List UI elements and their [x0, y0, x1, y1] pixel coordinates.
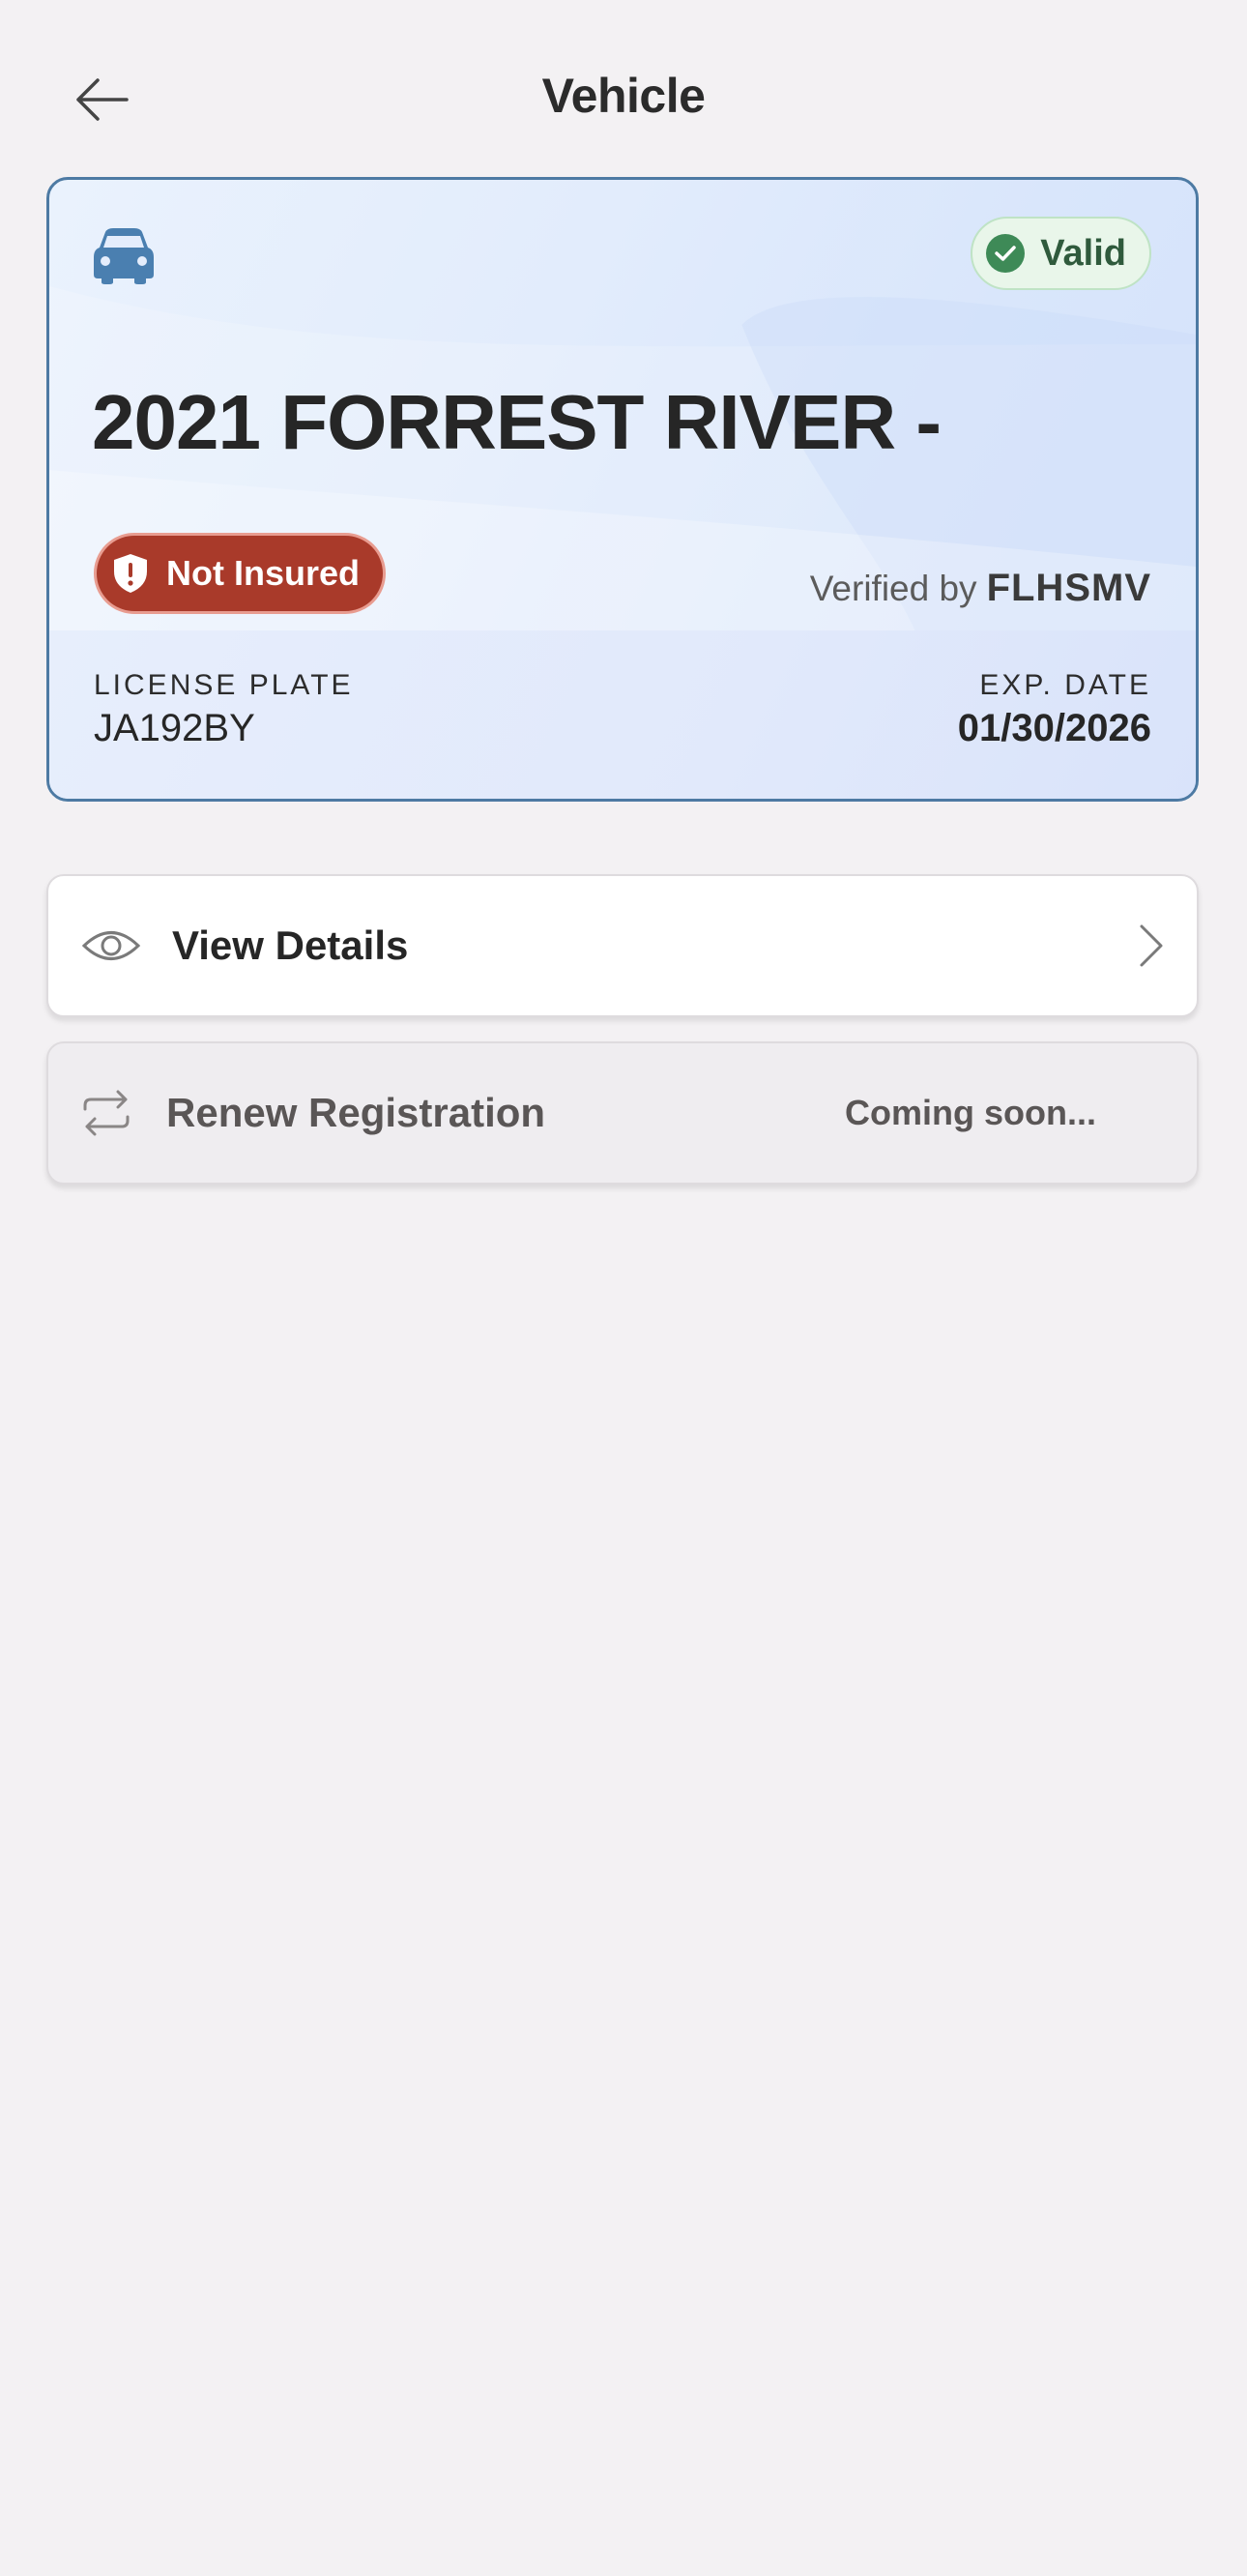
page-title: Vehicle: [541, 69, 706, 123]
view-details-button[interactable]: View Details: [46, 874, 1199, 1017]
chevron-right-icon: [1140, 924, 1163, 967]
exp-date-value: 01/30/2026: [957, 707, 1151, 749]
renew-registration-label: Renew Registration: [166, 1090, 546, 1135]
license-plate-value: JA192BY: [94, 707, 255, 749]
valid-label: Valid: [1040, 232, 1126, 274]
view-details-label: View Details: [172, 922, 409, 968]
exp-date-label: EXP. DATE: [979, 669, 1151, 701]
license-plate-label: LICENSE PLATE: [94, 669, 354, 701]
insurance-label: Not Insured: [166, 553, 361, 593]
renew-registration-row: Renew Registration Coming soon...: [46, 1041, 1199, 1185]
coming-soon-label: Coming soon...: [845, 1093, 1096, 1132]
insurance-status-badge: Not Insured: [94, 533, 387, 614]
verified-by-text: Verified by: [809, 569, 977, 608]
shield-alert-icon: [114, 554, 147, 593]
verified-by: Verified by FLHSMV: [810, 567, 1151, 610]
car-icon: [94, 228, 154, 284]
eye-icon: [81, 931, 141, 960]
valid-status-badge: Valid: [971, 217, 1151, 290]
flhsmv-logo: FLHSMV: [986, 567, 1151, 609]
vehicle-name: 2021 FORREST RIVER -: [92, 379, 942, 465]
vehicle-card[interactable]: Valid 2021 FORREST RIVER - Not Insured V…: [46, 177, 1199, 802]
repeat-icon: [83, 1090, 130, 1136]
app-header: Vehicle: [0, 0, 1247, 203]
card-top-section: Valid 2021 FORREST RIVER - Not Insured V…: [49, 180, 1196, 630]
check-circle-icon: [986, 234, 1026, 273]
